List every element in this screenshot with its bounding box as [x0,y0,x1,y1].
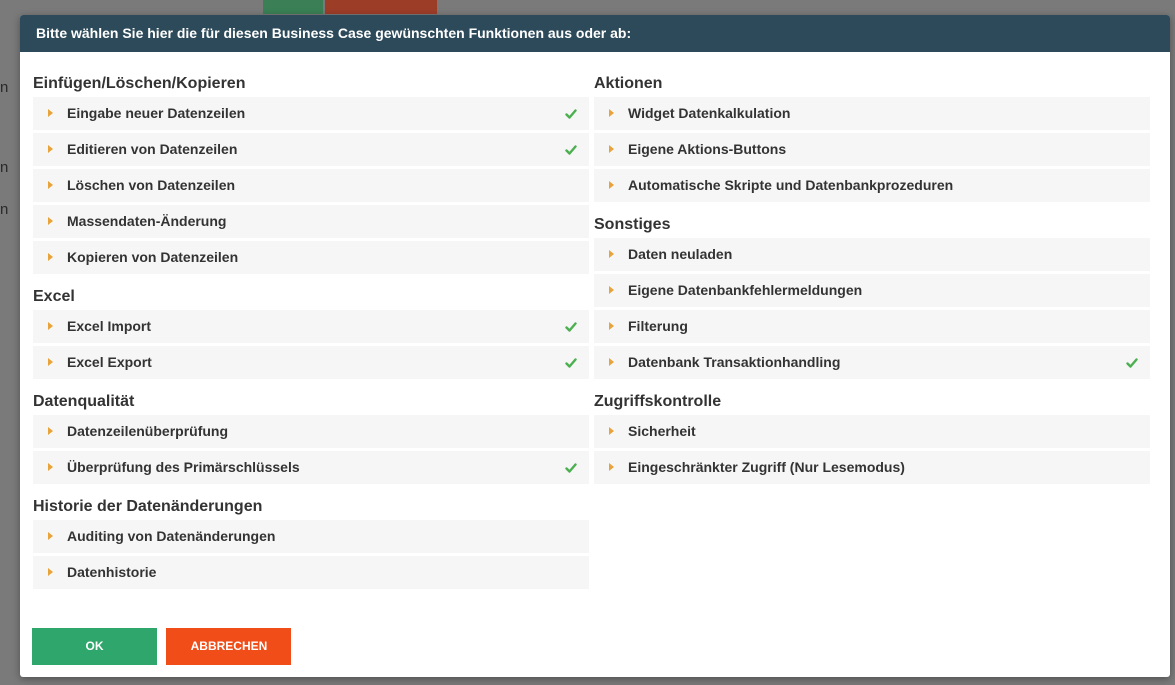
caret-right-icon[interactable] [48,109,53,117]
caret-right-icon[interactable] [48,322,53,330]
feature-section: Aktionen Widget Datenkalkulation Eigene Ak… [594,71,1150,202]
feature-section: Zugriffskontrolle Sicherheit Eingeschränkt… [594,389,1150,484]
caret-right-icon[interactable] [48,145,53,153]
feature-section: Historie der Datenänderungen Auditing von… [33,494,589,589]
section-title: Historie der Datenänderungen [33,498,263,515]
background-button-green [263,0,323,14]
feature-item[interactable]: Massendaten-Änderung [33,205,589,238]
feature-item-label: Widget Datenkalkulation [628,105,791,121]
feature-item[interactable]: Filterung [594,310,1150,343]
dialog-footer: OK ABBRECHEN [32,628,292,665]
feature-item[interactable]: Datenbank Transaktionhandling [594,346,1150,379]
feature-item[interactable]: Überprüfung des Primärschlüssels [33,451,589,484]
background-text-fragment: n [0,79,9,96]
feature-item-label: Überprüfung des Primärschlüssels [67,459,300,475]
feature-item-label: Filterung [628,318,688,334]
feature-item-label: Excel Export [67,354,152,370]
feature-item-label: Kopieren von Datenzeilen [67,249,239,265]
background-text-fragment: n [0,201,9,218]
section-title: Einfügen/Löschen/Kopieren [33,75,246,92]
caret-right-icon[interactable] [48,253,53,261]
caret-right-icon[interactable] [609,322,614,330]
caret-right-icon[interactable] [48,217,53,225]
section-title: Sonstiges [594,216,671,233]
feature-item[interactable]: Excel Import [33,310,589,343]
feature-item[interactable]: Sicherheit [594,415,1150,448]
feature-item-label: Auditing von Datenänderungen [67,528,276,544]
caret-right-icon[interactable] [48,427,53,435]
feature-item-label: Datenbank Transaktionhandling [628,354,841,370]
checkmark-icon[interactable] [565,357,577,369]
caret-right-icon[interactable] [48,181,53,189]
feature-item[interactable]: Löschen von Datenzeilen [33,169,589,202]
caret-right-icon[interactable] [609,181,614,189]
feature-item-label: Datenzeilenüberprüfung [67,423,229,439]
feature-section: Sonstiges Daten neuladen Eigene Datenbankf… [594,212,1150,379]
caret-right-icon[interactable] [609,109,614,117]
feature-item-label: Daten neuladen [628,246,733,262]
feature-item-label: Eingeschränkter Zugriff (Nur Lesemodus) [628,459,905,475]
feature-item-label: Eigene Datenbankfehlermeldungen [628,282,863,298]
feature-item[interactable]: Excel Export [33,346,589,379]
feature-item[interactable]: Eigene Aktions-Buttons [594,133,1150,166]
caret-right-icon[interactable] [609,358,614,366]
feature-item[interactable]: Eingeschränkter Zugriff (Nur Lesemodus) [594,451,1150,484]
feature-section: Datenqualität Datenzeilenüberprüfung Überp… [33,389,589,484]
checkmark-icon[interactable] [565,321,577,333]
feature-item[interactable]: Eingabe neuer Datenzeilen [33,97,589,130]
section-title: Datenqualität [33,393,135,410]
feature-item-label: Excel Import [67,318,152,334]
feature-item[interactable]: Kopieren von Datenzeilen [33,241,589,274]
checkmark-icon[interactable] [565,144,577,156]
feature-item[interactable]: Automatische Skripte und Datenbankprozed… [594,169,1150,202]
caret-right-icon[interactable] [609,463,614,471]
feature-item[interactable]: Editieren von Datenzeilen [33,133,589,166]
caret-right-icon[interactable] [48,463,53,471]
feature-item-label: Datenhistorie [67,564,157,580]
caret-right-icon[interactable] [609,427,614,435]
section-title: Zugriffskontrolle [594,393,722,410]
caret-right-icon[interactable] [609,145,614,153]
section-title: Aktionen [594,75,663,92]
feature-item[interactable]: Auditing von Datenänderungen [33,520,589,553]
ok-button[interactable]: OK [32,628,157,665]
feature-item[interactable]: Widget Datenkalkulation [594,97,1150,130]
right-column: Aktionen Widget Datenkalkulation Eigene Ak… [594,71,1150,487]
background-text-fragment: n [0,159,9,176]
background-button-red [325,0,437,14]
caret-right-icon[interactable] [609,250,614,258]
feature-section: Einfügen/Löschen/Kopieren Eingabe neuer D… [33,71,589,274]
feature-item[interactable]: Datenhistorie [33,556,589,589]
feature-item-label: Sicherheit [628,423,696,439]
checkmark-icon[interactable] [565,108,577,120]
function-selection-dialog: Bitte wählen Sie hier die für diesen Bus… [20,15,1170,677]
feature-item-label: Editieren von Datenzeilen [67,141,238,157]
feature-item-label: Eigene Aktions-Buttons [628,141,787,157]
feature-item[interactable]: Datenzeilenüberprüfung [33,415,589,448]
caret-right-icon[interactable] [48,358,53,366]
checkmark-icon[interactable] [1126,357,1138,369]
section-title: Excel [33,288,75,305]
caret-right-icon[interactable] [48,532,53,540]
checkmark-icon[interactable] [565,462,577,474]
left-column: Einfügen/Löschen/Kopieren Eingabe neuer D… [33,71,589,592]
feature-section: Excel Excel Import Excel Export [33,284,589,379]
feature-item-label: Löschen von Datenzeilen [67,177,236,193]
feature-item-label: Automatische Skripte und Datenbankprozed… [628,177,954,193]
caret-right-icon[interactable] [48,568,53,576]
dialog-title: Bitte wählen Sie hier die für diesen Bus… [20,15,1170,52]
feature-item[interactable]: Daten neuladen [594,238,1150,271]
caret-right-icon[interactable] [609,286,614,294]
feature-item[interactable]: Eigene Datenbankfehlermeldungen [594,274,1150,307]
cancel-button[interactable]: ABBRECHEN [166,628,292,665]
feature-item-label: Eingabe neuer Datenzeilen [67,105,246,121]
feature-item-label: Massendaten-Änderung [67,213,227,229]
